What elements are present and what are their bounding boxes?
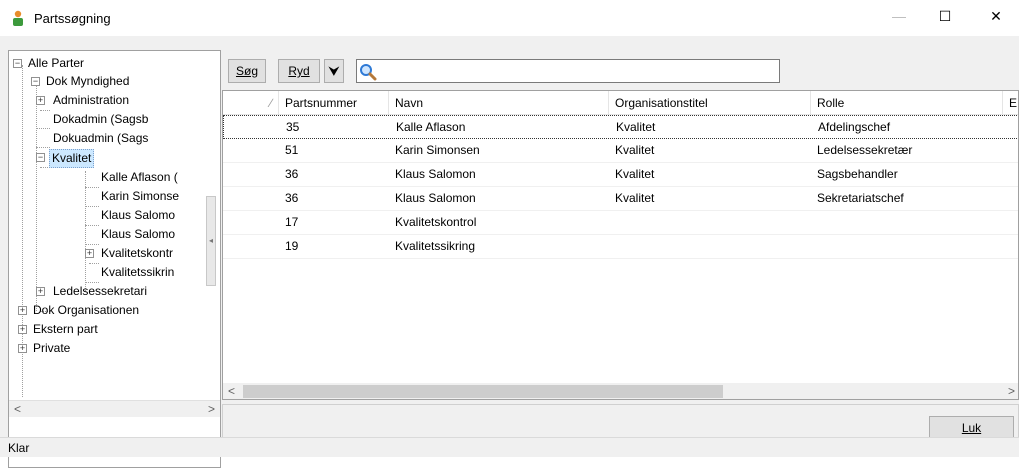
- party-tree[interactable]: − Alle Parter − Dok Myndighed + Administ…: [8, 50, 221, 468]
- cell-navn: Klaus Salomon: [395, 167, 476, 181]
- cell-rolle: Ledelsessekretær: [817, 143, 913, 157]
- cell-organisationstitel: Kvalitet: [615, 167, 655, 181]
- tree-node-label[interactable]: Klaus Salomo: [99, 207, 177, 224]
- search-input[interactable]: [356, 59, 780, 83]
- cell-partsnummer: 36: [285, 167, 299, 181]
- tree-node-label[interactable]: Alle Parter: [26, 55, 86, 72]
- tree-node-label[interactable]: Private: [31, 340, 72, 357]
- column-header-partsnummer[interactable]: Partsnummer: [279, 91, 389, 115]
- cell-navn: Kvalitetskontrol: [395, 215, 477, 229]
- title-bar: Partssøgning — ☐ ✕: [0, 0, 1019, 36]
- double-chevron-down-icon: ⮟: [328, 64, 340, 78]
- collapse-icon[interactable]: −: [31, 77, 40, 86]
- expand-icon[interactable]: +: [18, 325, 27, 334]
- table-row[interactable]: 36 Klaus Salomon Kvalitet Sagsbehandler: [223, 163, 1018, 187]
- column-header-navn[interactable]: Navn: [389, 91, 609, 115]
- column-header-e[interactable]: E: [1003, 91, 1018, 115]
- table-row[interactable]: 51 Karin Simonsen Kvalitet Ledelsessekre…: [223, 139, 1018, 163]
- tree-node-label[interactable]: Ledelsessekretari: [51, 283, 149, 300]
- cell-navn: Kvalitetssikring: [395, 239, 476, 253]
- maximize-button[interactable]: ☐: [922, 0, 968, 32]
- table-row[interactable]: 35 Kalle Aflason Kvalitet Afdelingschef: [223, 115, 1018, 139]
- status-text: Klar: [8, 441, 30, 455]
- cell-rolle: Sekretariatschef: [817, 191, 904, 205]
- minimize-button[interactable]: —: [876, 0, 922, 32]
- grid-header: ∕ Partsnummer Navn Organisationstitel Ro…: [223, 91, 1018, 115]
- collapse-icon[interactable]: −: [36, 153, 45, 162]
- tree-horizontal-scrollbar[interactable]: < >: [9, 400, 220, 417]
- cell-partsnummer: 35: [286, 120, 300, 134]
- scrollbar-thumb[interactable]: [243, 385, 723, 398]
- tree-node-label[interactable]: Dok Organisationen: [31, 302, 141, 319]
- expand-options-button[interactable]: ⮟: [324, 59, 344, 83]
- scroll-left-icon[interactable]: <: [223, 383, 240, 399]
- tree-node-label[interactable]: Kvalitet: [49, 149, 95, 168]
- tree-node-label[interactable]: Klaus Salomo: [99, 226, 177, 243]
- tree-node-label[interactable]: Dokadmin (Sagsb: [51, 111, 150, 128]
- expand-icon[interactable]: +: [18, 306, 27, 315]
- cell-navn: Kalle Aflason: [396, 120, 466, 134]
- tree-node-label[interactable]: Dokuadmin (Sags: [51, 130, 150, 147]
- expand-icon[interactable]: +: [18, 344, 27, 353]
- tree-node-label[interactable]: Administration: [51, 92, 131, 109]
- results-panel: Søg Ryd ⮟ ∕ Partsnummer Navn Organisatio…: [222, 50, 1019, 468]
- status-bar: Klar: [0, 437, 1019, 457]
- cell-rolle: Sagsbehandler: [817, 167, 898, 181]
- search-button[interactable]: Søg: [228, 59, 266, 83]
- splitter-handle[interactable]: ◂: [206, 196, 216, 286]
- cell-rolle: Afdelingschef: [818, 120, 891, 134]
- cell-partsnummer: 51: [285, 143, 299, 157]
- expand-icon[interactable]: +: [85, 249, 94, 258]
- grid-horizontal-scrollbar[interactable]: < >: [223, 383, 1018, 399]
- tree-node-label[interactable]: Karin Simonse: [99, 188, 181, 205]
- tree-node-label[interactable]: Dok Myndighed: [44, 73, 131, 90]
- client-area: − Alle Parter − Dok Myndighed + Administ…: [0, 36, 1019, 468]
- close-button[interactable]: ✕: [973, 0, 1019, 32]
- search-toolbar: Søg Ryd ⮟: [222, 50, 1019, 86]
- table-row[interactable]: 19 Kvalitetssikring: [223, 235, 1018, 259]
- expand-icon[interactable]: +: [36, 96, 45, 105]
- close-dialog-button-label: Luk: [961, 421, 982, 435]
- cell-partsnummer: 17: [285, 215, 299, 229]
- expand-icon[interactable]: +: [36, 287, 45, 296]
- table-row[interactable]: 17 Kvalitetskontrol: [223, 211, 1018, 235]
- cell-organisationstitel: Kvalitet: [616, 120, 656, 134]
- clear-button[interactable]: Ryd: [278, 59, 320, 83]
- column-header-indicator[interactable]: ∕: [223, 91, 279, 115]
- column-header-rolle[interactable]: Rolle: [811, 91, 1003, 115]
- tree-node-label[interactable]: Kvalitetskontr: [99, 245, 175, 262]
- tree-node-label[interactable]: Kalle Aflason (: [99, 169, 180, 186]
- tree-node-label[interactable]: Kvalitetssikrin: [99, 264, 176, 281]
- tree-node-label[interactable]: Ekstern part: [31, 321, 100, 338]
- column-header-organisationstitel[interactable]: Organisationstitel: [609, 91, 811, 115]
- cell-organisationstitel: Kvalitet: [615, 191, 655, 205]
- search-icon: [360, 64, 377, 81]
- cell-navn: Klaus Salomon: [395, 191, 476, 205]
- collapse-icon[interactable]: −: [13, 59, 22, 68]
- cell-navn: Karin Simonsen: [395, 143, 480, 157]
- results-grid[interactable]: ∕ Partsnummer Navn Organisationstitel Ro…: [222, 90, 1019, 400]
- cell-partsnummer: 36: [285, 191, 299, 205]
- person-icon: [13, 10, 23, 26]
- scroll-right-icon[interactable]: >: [203, 401, 220, 418]
- clear-button-label: Ryd: [288, 64, 310, 78]
- window-title: Partssøgning: [34, 11, 111, 26]
- search-button-label: Søg: [235, 64, 258, 78]
- cell-partsnummer: 19: [285, 239, 299, 253]
- cell-organisationstitel: Kvalitet: [615, 143, 655, 157]
- scroll-left-icon[interactable]: <: [9, 401, 26, 418]
- scroll-right-icon[interactable]: >: [1003, 383, 1018, 399]
- table-row[interactable]: 36 Klaus Salomon Kvalitet Sekretariatsch…: [223, 187, 1018, 211]
